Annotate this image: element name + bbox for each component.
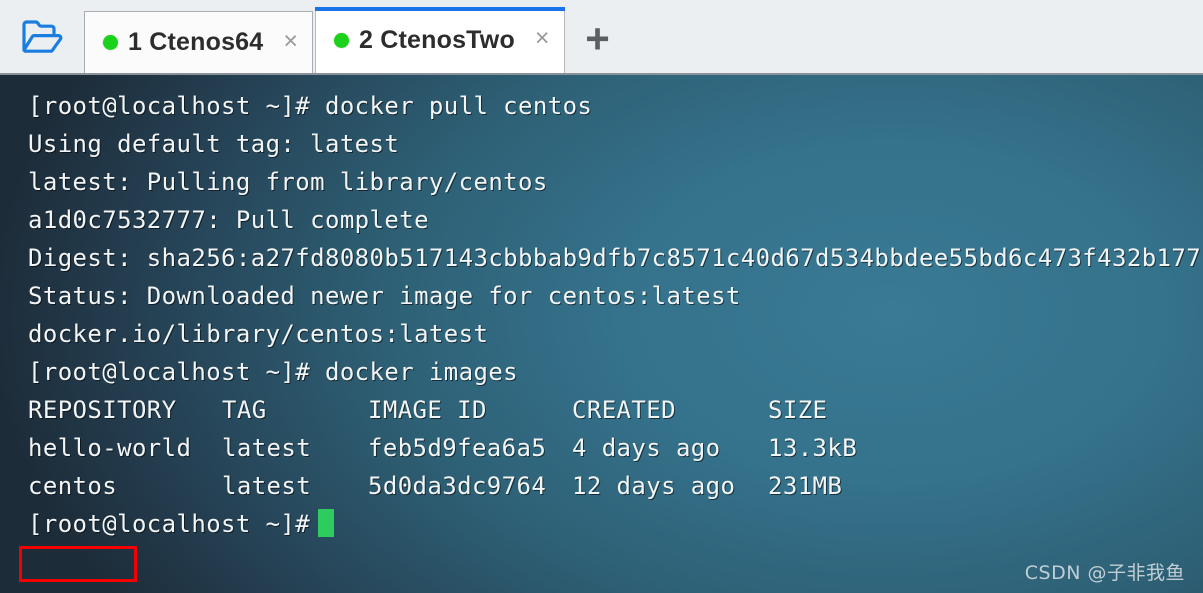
terminal-line: Digest: sha256:a27fd8080b517143cbbbab9df… — [28, 244, 1202, 272]
terminal-tab-2-label: 2 CtenosTwo — [359, 25, 515, 54]
cell-repository: hello-world — [28, 434, 192, 462]
cell-tag: latest — [222, 472, 312, 500]
watermark: CSDN @子非我鱼 — [1024, 562, 1185, 584]
terminal-pane[interactable]: [root@localhost ~]# docker pull centos U… — [0, 75, 1203, 593]
cell-image-id: 5d0da3dc9764 — [368, 472, 547, 500]
cell-size: 13.3kB — [768, 434, 858, 462]
cell-tag: latest — [222, 434, 312, 462]
cell-image-id: feb5d9fea6a5 — [368, 434, 547, 462]
new-tab-button[interactable]: + — [567, 11, 629, 73]
terminal-tab-1-label: 1 Ctenos64 — [128, 28, 264, 56]
terminal-tab-1-close-icon[interactable]: × — [283, 28, 298, 57]
column-header-tag: TAG — [222, 396, 267, 424]
terminal-line: [root@localhost ~]# docker images — [28, 358, 519, 386]
open-folder-button[interactable] — [0, 0, 84, 73]
open-folder-icon — [21, 19, 63, 55]
terminal-prompt-line: [root@localhost ~]# — [28, 505, 1203, 543]
terminal-tab-2-close-icon[interactable]: × — [535, 26, 550, 54]
terminal-line: a1d0c7532777: Pull complete — [28, 206, 429, 234]
cell-repository: centos — [28, 472, 118, 500]
column-header-repository: REPOSITORY — [28, 396, 177, 424]
column-header-image-id: IMAGE ID — [368, 396, 487, 424]
cell-created: 4 days ago — [572, 434, 721, 462]
tab-bar: 1 Ctenos64 × 2 CtenosTwo × + — [0, 0, 1203, 75]
terminal-line: latest: Pulling from library/centos — [28, 168, 548, 196]
terminal-line: docker.io/library/centos:latest — [28, 320, 489, 348]
terminal-line: Using default tag: latest — [28, 130, 400, 158]
connection-status-dot-icon — [334, 32, 349, 48]
terminal-cursor — [318, 509, 335, 537]
cell-created: 12 days ago — [572, 472, 736, 500]
terminal-tab-1[interactable]: 1 Ctenos64 × — [84, 11, 313, 73]
column-header-size: SIZE — [768, 396, 828, 424]
terminal-line: Status: Downloaded newer image for cento… — [28, 282, 741, 310]
terminal-tab-2[interactable]: 2 CtenosTwo × — [315, 7, 565, 73]
column-header-created: CREATED — [572, 396, 676, 424]
images-table-header-row: REPOSITORY TAG IMAGE ID CREATED SIZE — [28, 391, 1203, 429]
table-row: hello-world latest feb5d9fea6a5 4 days a… — [28, 429, 1203, 467]
cell-size: 231MB — [768, 472, 843, 500]
connection-status-dot-icon — [103, 35, 118, 50]
table-row: centos latest 5d0da3dc9764 12 days ago 2… — [28, 467, 1203, 505]
terminal-line: [root@localhost ~]# docker pull centos — [28, 92, 593, 120]
terminal-output: [root@localhost ~]# docker pull centos U… — [0, 75, 1203, 543]
